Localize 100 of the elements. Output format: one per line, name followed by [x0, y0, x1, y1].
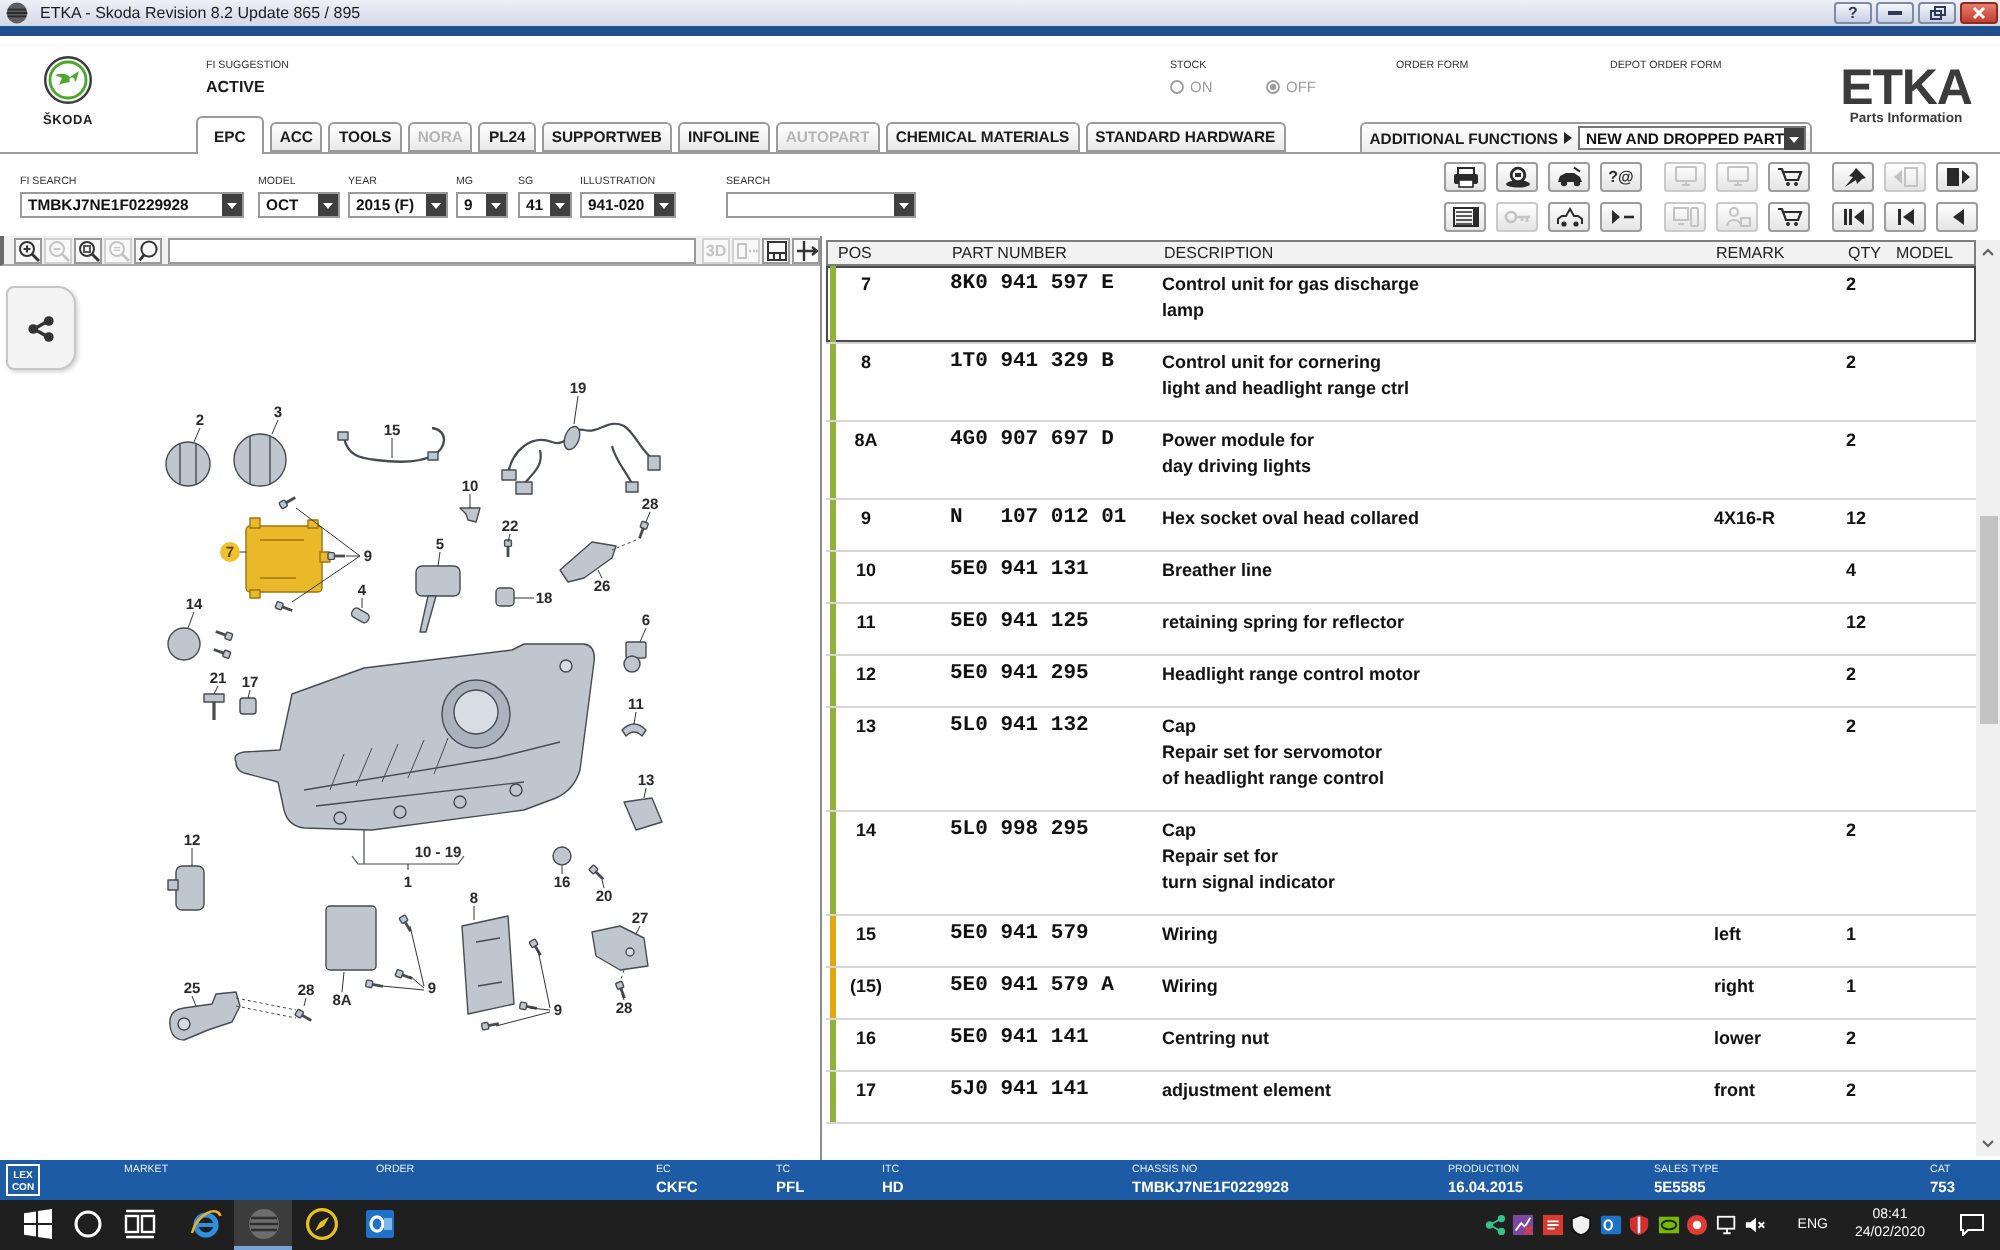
- notes-app-icon[interactable]: [1541, 1214, 1564, 1236]
- shield-icon[interactable]: [1628, 1214, 1651, 1236]
- qty-cell: 2: [1846, 272, 1857, 298]
- pos-cell: (15): [849, 974, 882, 1000]
- monitor-icon[interactable]: [1715, 1214, 1738, 1236]
- table-row[interactable]: 15 5E0 941 579 Wiring left 1: [826, 916, 1976, 968]
- toolbar-button[interactable]: [1768, 202, 1810, 232]
- pos-cell: 11: [856, 610, 876, 636]
- qty-cell: 2: [1846, 662, 1857, 688]
- pos-cell: 15: [855, 922, 876, 948]
- toolbar-button[interactable]: [1444, 202, 1486, 232]
- qty-cell: 4: [1846, 558, 1857, 584]
- close-icon: [1972, 6, 1986, 20]
- restore-icon: [1929, 6, 1945, 20]
- column-header: POS: [838, 243, 872, 263]
- remark-cell: front: [1714, 1078, 1755, 1104]
- qty-cell: 2: [1846, 1078, 1857, 1104]
- zoom-icon: [107, 239, 129, 261]
- nodes-icon[interactable]: [1483, 1214, 1506, 1236]
- remark-cell: left: [1714, 922, 1741, 948]
- description-cell: Centring nut: [1162, 1026, 1269, 1052]
- share-icon: [28, 315, 54, 341]
- description-cell: Headlight range control motor: [1162, 662, 1421, 688]
- eye-icon[interactable]: [1657, 1214, 1680, 1236]
- toolbar-button[interactable]: [1548, 162, 1590, 192]
- restore-button[interactable]: [1918, 2, 1956, 24]
- toolbar-button[interactable]: [1832, 202, 1874, 232]
- scrollbar-thumb[interactable]: [1980, 516, 1998, 724]
- diagram-tool-button[interactable]: [74, 237, 102, 263]
- toolbar-button[interactable]: [1496, 162, 1538, 192]
- person-icon: [1723, 206, 1751, 228]
- table-row[interactable]: 16 5E0 941 141 Centring nut lower 2: [826, 1020, 1976, 1072]
- pos-cell: 7: [860, 272, 871, 298]
- qty-cell: 1: [1846, 974, 1857, 1000]
- qty-cell: 2: [1846, 1026, 1857, 1052]
- close-button[interactable]: [1960, 2, 1998, 24]
- diagram-tool-button[interactable]: [14, 237, 42, 263]
- toolbar-button[interactable]: [1600, 202, 1642, 232]
- toolbar-button[interactable]: ?@: [1600, 162, 1642, 192]
- table-row[interactable]: 8 1T0 941 329 B Control unit for cornering light and headlight range ctrl 2: [826, 344, 1976, 422]
- windows-logo-icon: [22, 1207, 54, 1239]
- qty-cell: 12: [1846, 506, 1867, 532]
- table-row[interactable]: 17 5J0 941 141 adjustment element front 2: [826, 1072, 1976, 1124]
- shield-icon[interactable]: [1570, 1214, 1593, 1236]
- toolbar-button[interactable]: [1936, 162, 1978, 192]
- diagram-tool-button[interactable]: [792, 237, 820, 263]
- monitor-phone-icon: [1671, 206, 1699, 228]
- table-row[interactable]: 9 N 107 012 01 Hex socket oval head collared 4X16-R 12: [826, 500, 1976, 552]
- key-icon: [1503, 206, 1531, 228]
- table-row[interactable]: 7 8K0 941 597 E Control unit for gas discharge lamp 2: [826, 266, 1976, 344]
- monitor-icon: [1671, 166, 1699, 188]
- qty-cell: 2: [1846, 818, 1857, 844]
- zoom-out-icon: [47, 239, 69, 261]
- pos-cell: 8A: [854, 428, 878, 454]
- search-icon: [72, 1207, 104, 1239]
- part-number-cell: 5E0 941 579: [950, 922, 1089, 948]
- minimize-icon: [1888, 10, 1902, 16]
- column-header: DESCRIPTION: [1164, 243, 1274, 263]
- toolbar-button[interactable]: [1548, 202, 1590, 232]
- table-row[interactable]: 14 5L0 998 295 Cap Repair set for turn signal indicator 2: [826, 812, 1976, 916]
- layout-icon: [765, 239, 787, 261]
- minimize-button[interactable]: [1876, 2, 1914, 24]
- speaker-muted-icon[interactable]: [1744, 1214, 1767, 1236]
- triangle-right-icon: [1564, 132, 1572, 144]
- table-row[interactable]: 8A 4G0 907 697 D Power module for day driving lights 2: [826, 422, 1976, 500]
- share-button[interactable]: [6, 286, 76, 370]
- mail-app-icon[interactable]: [1599, 1214, 1622, 1236]
- app-icon: [6, 2, 28, 24]
- pos-cell: 16: [855, 1026, 876, 1052]
- diagram-tool-button[interactable]: [134, 237, 162, 263]
- chart-icon[interactable]: [1512, 1214, 1535, 1236]
- vertical-scrollbar[interactable]: [1976, 240, 2000, 1156]
- description-cell: adjustment element: [1162, 1078, 1332, 1104]
- product-logo: ETKA: [1840, 68, 1972, 110]
- toolbar-button[interactable]: [1884, 202, 1926, 232]
- part-number-cell: N 107 012 01: [950, 506, 1127, 532]
- table-row[interactable]: (15) 5E0 941 579 A Wiring right 1: [826, 968, 1976, 1020]
- toolbar-button[interactable]: [1832, 162, 1874, 192]
- list-icon: [1451, 206, 1479, 228]
- table-row[interactable]: 13 5L0 941 132 Cap Repair set for servomotor of headlight range control 2: [826, 708, 1976, 812]
- search-icon: [137, 239, 159, 261]
- toolbar-button[interactable]: [1444, 162, 1486, 192]
- diagram-tool-button[interactable]: [762, 237, 790, 263]
- description-cell: Cap Repair set for turn signal indicator: [1162, 818, 1336, 896]
- remark-cell: right: [1714, 974, 1754, 1000]
- notification-icon[interactable]: [1960, 1214, 1984, 1236]
- description-cell: Breather line: [1162, 558, 1273, 584]
- table-row[interactable]: 10 5E0 941 131 Breather line 4: [826, 552, 1976, 604]
- record-icon[interactable]: [1686, 1214, 1709, 1236]
- cart-icon: [1775, 206, 1803, 228]
- table-row[interactable]: 11 5E0 941 125 retaining spring for reflector 12: [826, 604, 1976, 656]
- help-button[interactable]: ?: [1834, 2, 1872, 24]
- toolbar-button[interactable]: [1768, 162, 1810, 192]
- dropdown-field[interactable]: [726, 192, 916, 218]
- qty-cell: 2: [1846, 714, 1857, 740]
- path-field[interactable]: [168, 237, 696, 263]
- toolbar-button[interactable]: [1936, 202, 1978, 232]
- table-row[interactable]: 12 5E0 941 295 Headlight range control motor 2: [826, 656, 1976, 708]
- description-cell: Control unit for gas discharge lamp: [1162, 272, 1420, 324]
- pos-cell: 12: [855, 662, 876, 688]
